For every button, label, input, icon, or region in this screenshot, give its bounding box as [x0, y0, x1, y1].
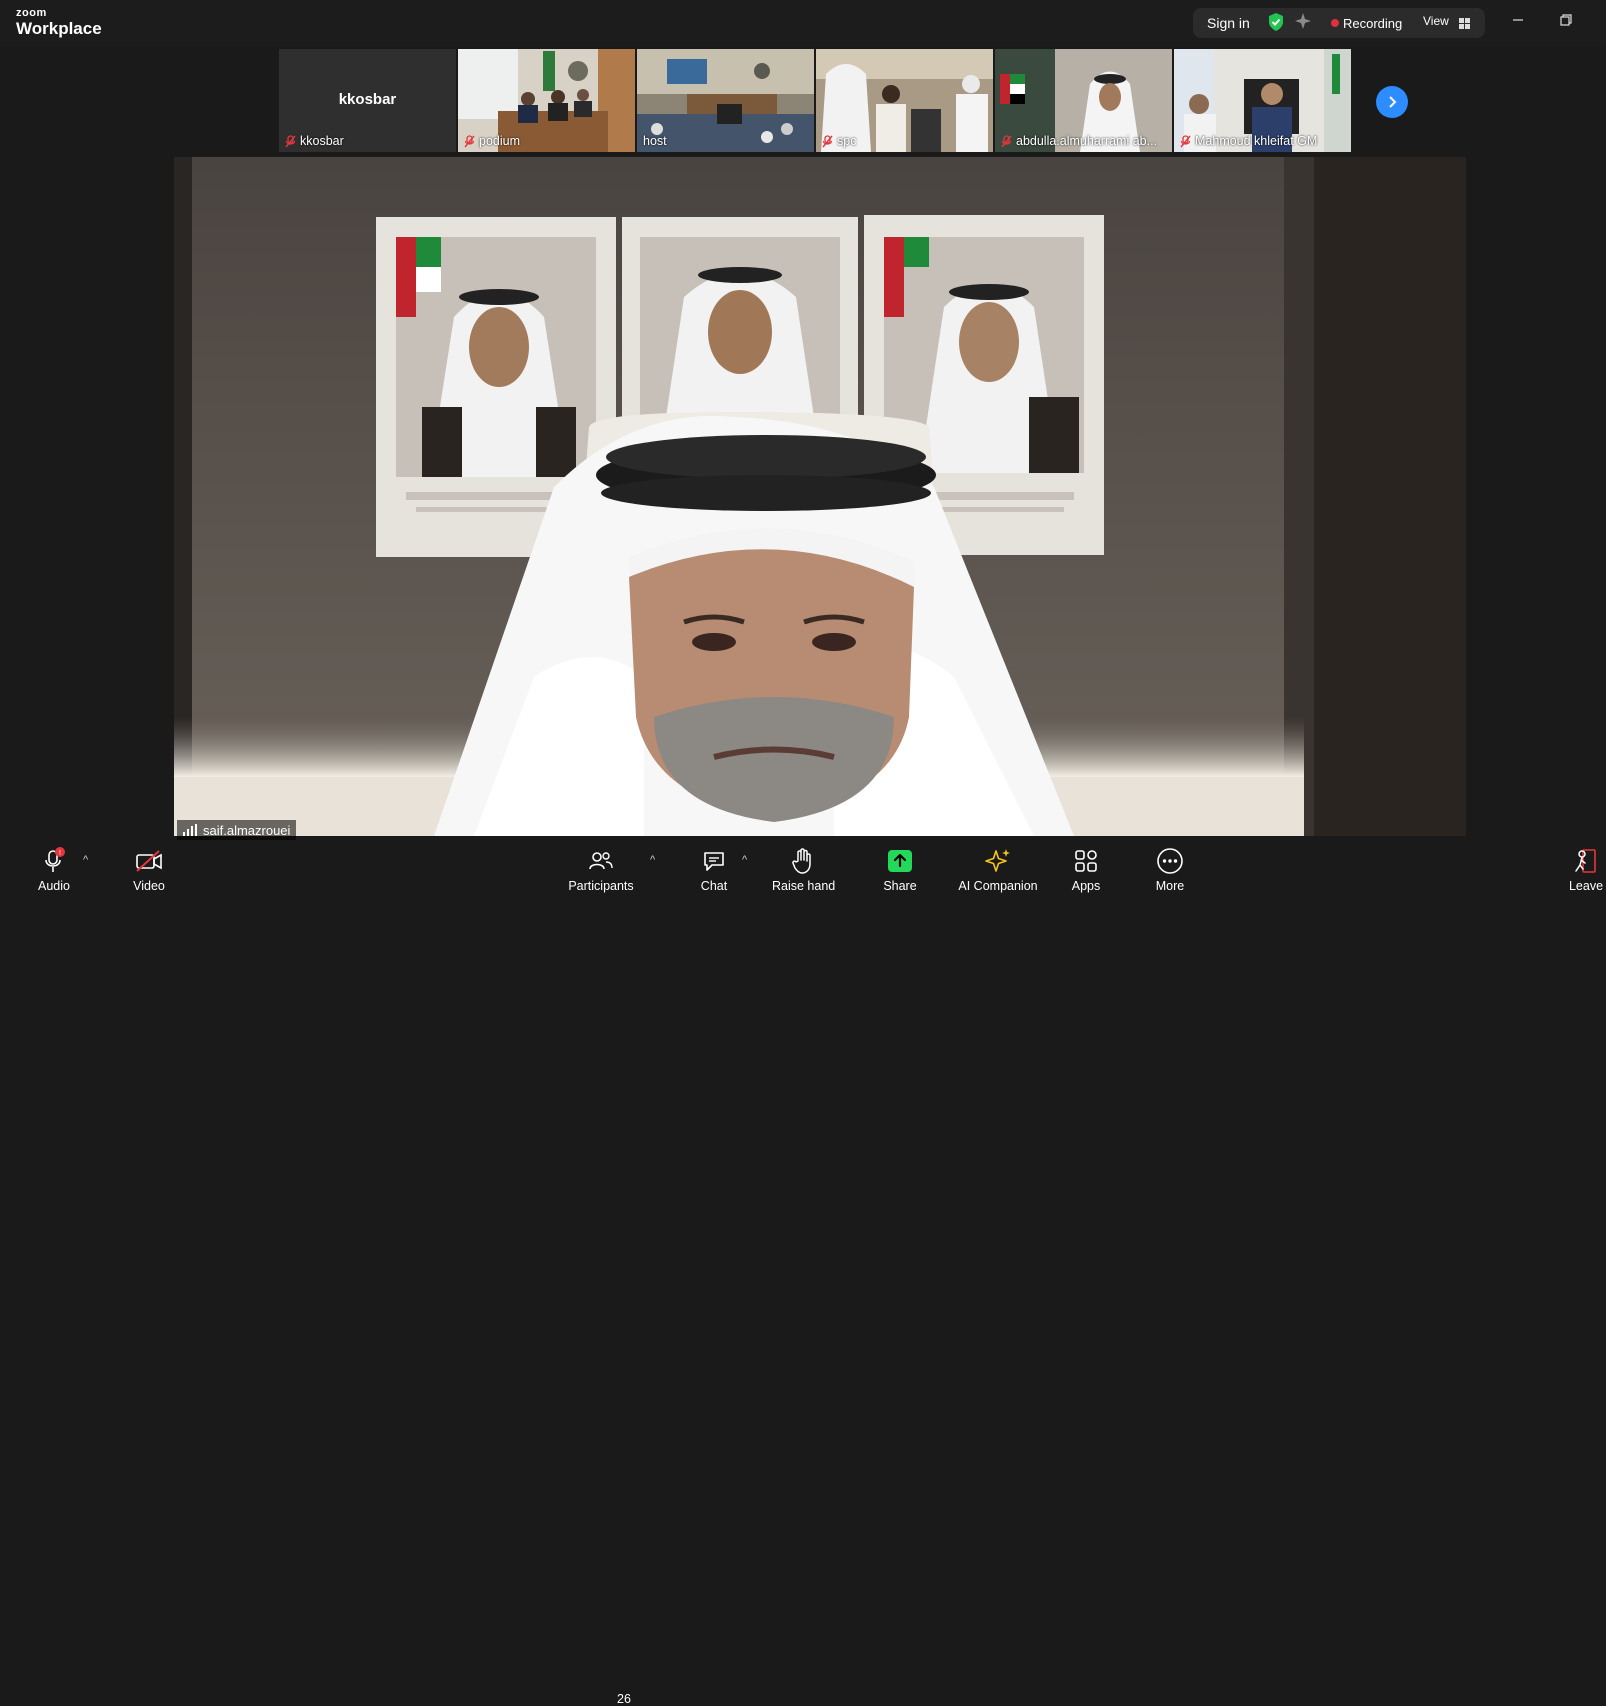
share-screen-icon [888, 850, 912, 872]
app-logo: zoom Workplace [16, 7, 102, 38]
apps-icon [1075, 850, 1097, 872]
more-label: More [1155, 879, 1185, 893]
restore-icon[interactable] [1560, 13, 1572, 29]
minimize-icon[interactable] [1512, 13, 1524, 29]
participants-icon [589, 852, 613, 870]
video-label: Video [133, 879, 165, 893]
participant-name: abdulla.almuharrami ab... [1016, 134, 1158, 148]
participant-tile[interactable]: kkosbar kkosbar [279, 49, 456, 152]
participant-label: kkosbar [285, 134, 344, 148]
participant-tile[interactable]: podium [458, 49, 635, 152]
brand-large: Workplace [16, 19, 102, 38]
participant-tile[interactable]: Mahmoud khleifat GM [1174, 49, 1351, 152]
active-speaker-label: saif.almazrouei [177, 820, 297, 840]
participants-button[interactable]: Participants [565, 846, 637, 893]
participant-name: podium [479, 134, 520, 148]
raise-hand-icon [792, 848, 811, 874]
active-speaker-name: saif.almazrouei [203, 822, 291, 838]
raise-hand-button[interactable]: Raise hand [772, 846, 836, 893]
apps-label: Apps [1071, 879, 1101, 893]
participant-name: host [643, 134, 667, 148]
participant-tile[interactable]: spc [816, 49, 993, 152]
participant-name: kkosbar [300, 134, 344, 148]
apps-button[interactable]: Apps [1066, 846, 1106, 893]
mic-muted-icon [822, 134, 833, 147]
shield-check-icon[interactable] [1267, 12, 1285, 37]
audio-label: Audio [38, 879, 70, 893]
participant-name: spc [837, 134, 857, 148]
ai-companion-button[interactable]: AI Companion [955, 846, 1041, 893]
view-button[interactable]: View [1423, 14, 1449, 28]
mic-icon: ! [45, 847, 65, 872]
svg-text:!: ! [59, 850, 61, 857]
speaker-video-frame [174, 157, 1466, 836]
participant-strip: kkosbar kkosbar podium host spc abdulla.… [279, 49, 1360, 154]
mic-muted-icon [1180, 134, 1191, 147]
participant-tile[interactable]: host [637, 49, 814, 152]
participant-label: spc [822, 134, 856, 148]
chevron-right-icon [1389, 96, 1397, 108]
video-button[interactable]: Video [126, 846, 172, 893]
next-page-button[interactable] [1376, 86, 1408, 118]
leave-icon [1575, 849, 1596, 873]
active-speaker-video[interactable] [174, 157, 1466, 836]
leave-label: Leave [1568, 879, 1604, 893]
participant-label: Mahmoud khleifat GM [1180, 134, 1317, 148]
portrait-center [622, 217, 858, 417]
meeting-toolbar: ! Audio ^ Video Participants 26 ^ Chat ^… [0, 840, 1606, 1706]
recording-indicator[interactable]: Recording [1343, 16, 1402, 31]
chat-button[interactable]: Chat [694, 846, 734, 893]
participant-tile[interactable]: abdulla.almuharrami ab... [995, 49, 1172, 152]
mic-muted-icon [285, 134, 296, 147]
signal-strength-icon [183, 824, 197, 836]
chat-label: Chat [700, 879, 728, 893]
chat-icon [704, 852, 724, 871]
chat-options-chevron-icon[interactable]: ^ [742, 854, 747, 866]
participant-label: host [643, 134, 667, 148]
brand-small: zoom [16, 7, 47, 19]
share-button[interactable]: Share [880, 846, 920, 893]
mic-muted-icon [464, 134, 475, 147]
share-label: Share [883, 879, 917, 893]
video-off-icon [136, 850, 162, 872]
title-bar: zoom Workplace Sign in Recording View [0, 0, 1606, 46]
participants-count: 26 [617, 1692, 631, 1706]
leave-button[interactable]: Leave [1568, 846, 1604, 893]
more-button[interactable]: More [1150, 846, 1190, 893]
ai-companion-icon [985, 849, 1010, 872]
sparkle-icon[interactable] [1294, 12, 1312, 35]
participant-name: Mahmoud khleifat GM [1195, 134, 1318, 148]
sign-in-button[interactable]: Sign in [1207, 15, 1250, 31]
participants-options-chevron-icon[interactable]: ^ [650, 854, 655, 866]
participant-name-large: kkosbar [338, 91, 397, 108]
raise-hand-label: Raise hand [772, 879, 836, 893]
ai-companion-label: AI Companion [958, 879, 1038, 893]
participant-label: abdulla.almuharrami ab... [1001, 134, 1157, 148]
audio-button[interactable]: ! Audio [32, 846, 76, 893]
more-icon [1157, 848, 1183, 874]
mic-muted-icon [1001, 134, 1012, 147]
recording-dot-icon [1331, 19, 1339, 27]
grid-view-icon[interactable] [1459, 16, 1470, 34]
participant-label: podium [464, 134, 520, 148]
participants-label: Participants [568, 879, 634, 893]
audio-options-chevron-icon[interactable]: ^ [83, 854, 88, 866]
